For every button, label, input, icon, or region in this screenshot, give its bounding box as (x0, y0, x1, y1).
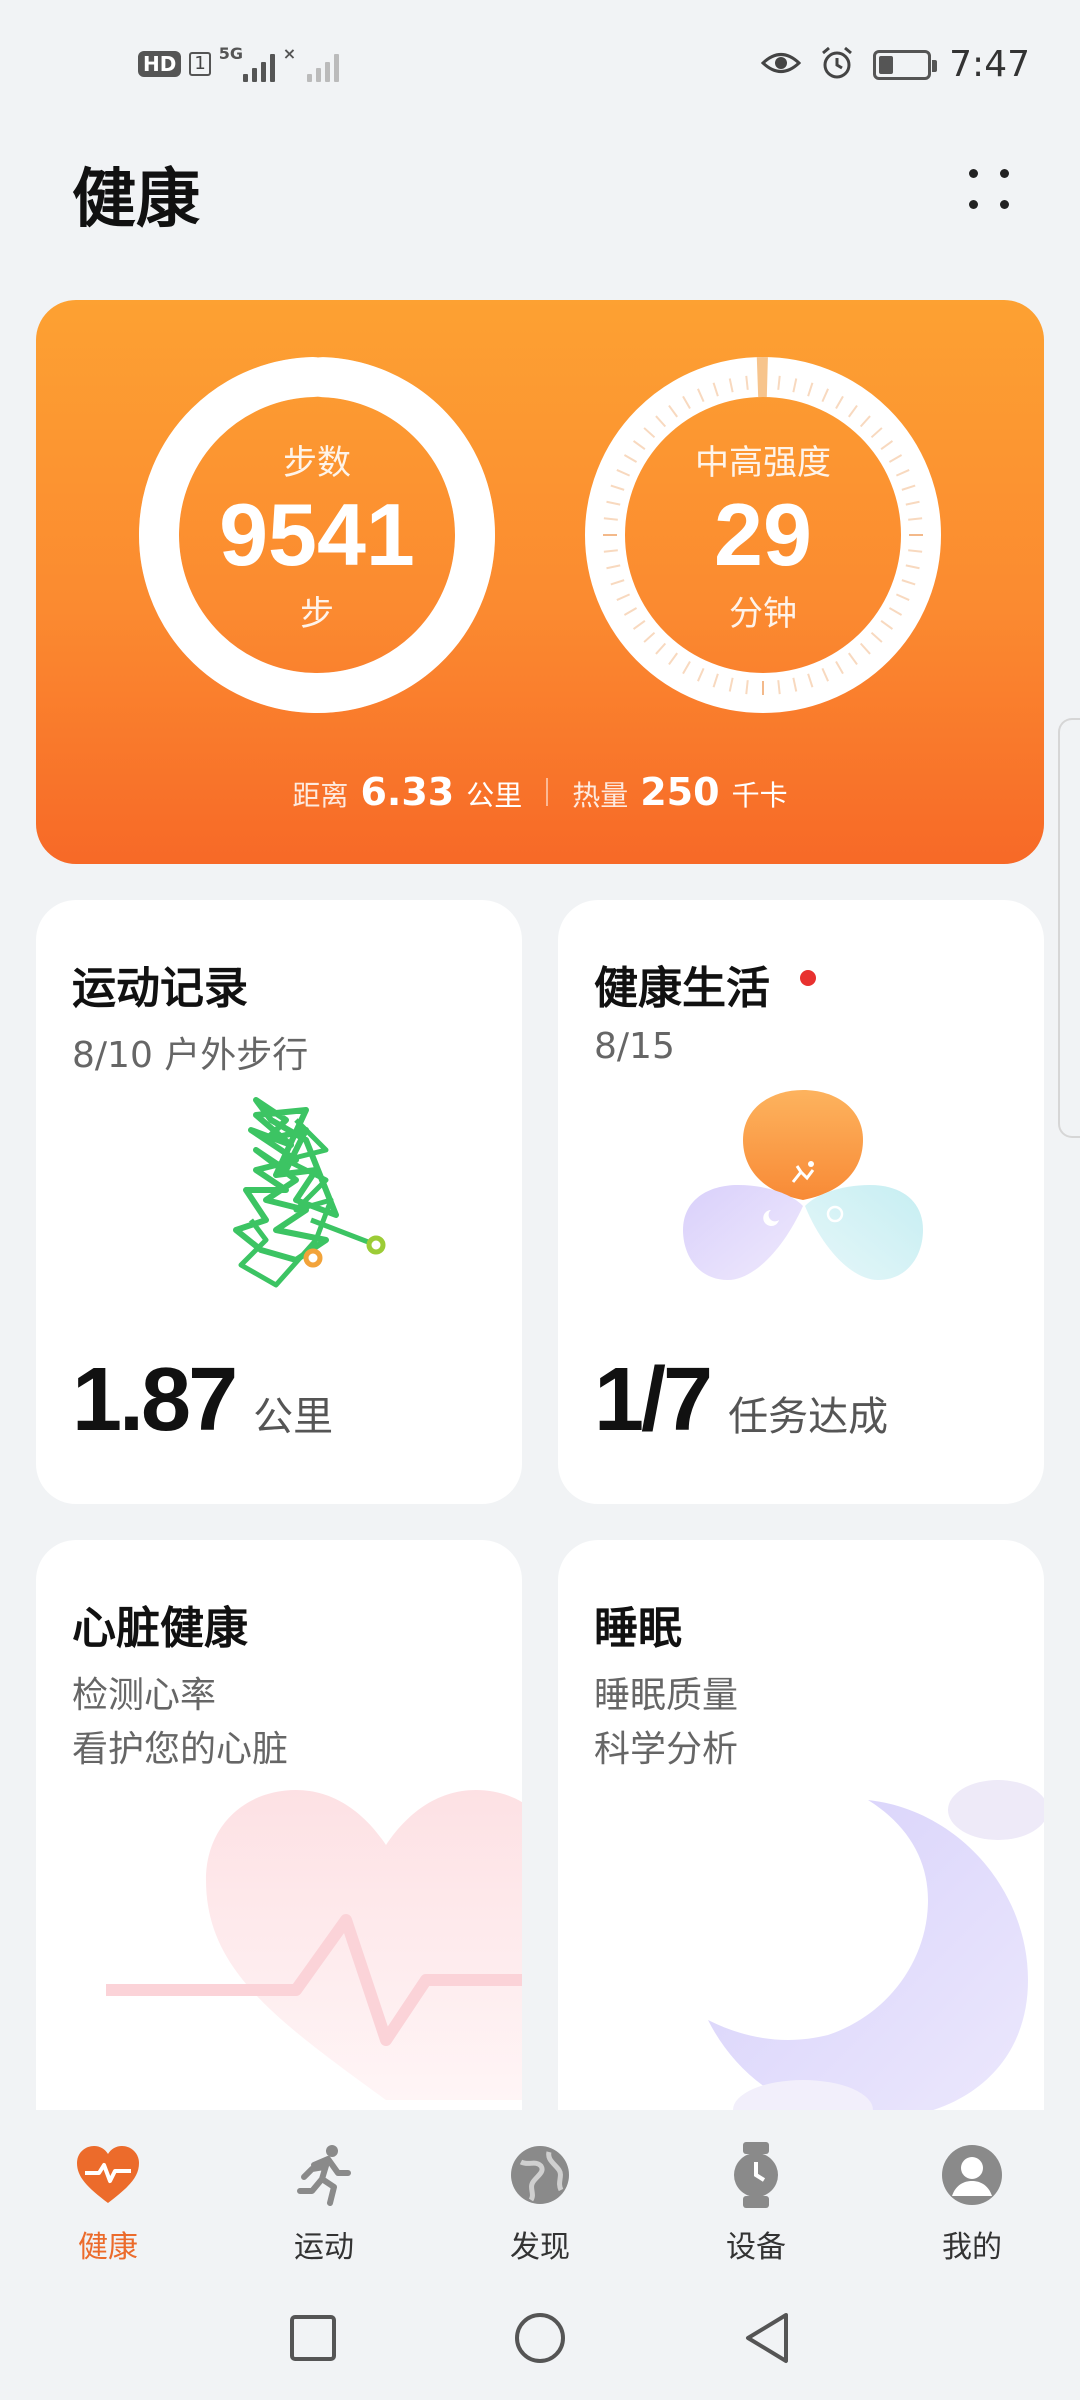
activity-summary-row: 距离 6.33 公里 热量 250 千卡 (36, 770, 1044, 814)
healthy-living-petals-icon (683, 1090, 923, 1280)
healthy-living-subtitle: 8/15 (594, 1026, 675, 1067)
distance-label: 距离 (292, 779, 349, 812)
task-progress-unit: 任务达成 (728, 1394, 889, 1440)
intensity-label: 中高强度 (695, 443, 831, 484)
status-bar: HD 1 5G × 7:47 (0, 0, 1080, 130)
steps-ring: 步数 9541 步 (132, 350, 502, 720)
page-title: 健康 (72, 163, 200, 237)
moon-illustration-icon (708, 1780, 1044, 2120)
intensity-value: 29 (714, 485, 812, 585)
healthy-living-card[interactable]: 健康生活 8/15 1/7 任务达成 (558, 900, 1044, 1504)
sleep-card[interactable]: 睡眠 睡眠质量 科学分析 (558, 1540, 1044, 2160)
status-right: 7:47 (760, 44, 1030, 85)
exercise-distance-unit: 公里 (253, 1394, 334, 1440)
status-time: 7:47 (949, 44, 1030, 85)
alarm-icon (819, 45, 855, 85)
status-left: HD 1 5G × (138, 44, 339, 84)
task-progress-value: 1/7 (594, 1350, 713, 1450)
side-drawer-handle[interactable] (1058, 718, 1080, 1138)
heart-card-line2: 看护您的心脏 (72, 1729, 289, 1770)
home-icon[interactable] (513, 2311, 567, 2369)
signal-5g-icon: 5G (219, 44, 275, 84)
nav-item-discover[interactable]: 发现 (432, 2110, 648, 2280)
nav-label-devices: 设备 (726, 2230, 786, 2265)
steps-label: 步数 (283, 443, 351, 484)
nav-item-me[interactable]: 我的 (864, 2110, 1080, 2280)
healthy-living-title: 健康生活 (594, 963, 770, 1014)
distance-value: 6.33 (360, 770, 455, 814)
recent-apps-icon[interactable] (288, 2313, 338, 2367)
watch-icon (721, 2140, 791, 2210)
heart-card-title: 心脏健康 (72, 1603, 248, 1654)
nav-label-health: 健康 (78, 2230, 138, 2265)
calories-unit: 千卡 (731, 779, 788, 812)
battery-icon (873, 49, 938, 80)
summary-divider (546, 778, 549, 806)
steps-value: 9541 (219, 485, 415, 585)
running-icon (289, 2140, 359, 2210)
nav-item-devices[interactable]: 设备 (648, 2110, 864, 2280)
heart-pulse-icon (73, 2140, 143, 2210)
sim-slot-indicator: 1 (189, 52, 211, 76)
exercise-distance: 1.87 公里 (72, 1349, 333, 1452)
sleep-card-line2: 科学分析 (594, 1729, 739, 1770)
bottom-navigation: 健康 运动 发现 设备 我的 (0, 2110, 1080, 2280)
nav-label-exercise: 运动 (294, 2230, 354, 2265)
task-progress: 1/7 任务达成 (594, 1349, 888, 1452)
nav-item-exercise[interactable]: 运动 (216, 2110, 432, 2280)
back-icon[interactable] (742, 2311, 792, 2369)
exercise-card-subtitle: 8/10 户外步行 (72, 1035, 309, 1076)
heart-card-line1: 检测心率 (72, 1675, 217, 1716)
signal-no-service-icon: × (283, 44, 339, 84)
exercise-card-title: 运动记录 (72, 963, 248, 1014)
intensity-unit: 分钟 (729, 593, 797, 634)
steps-unit: 步 (300, 593, 334, 634)
intensity-ring: 中高强度 29 分钟 (578, 350, 948, 720)
more-dots-icon[interactable] (958, 158, 1020, 220)
heart-illustration-icon (106, 1790, 522, 2100)
heart-health-card[interactable]: 心脏健康 检测心率 看护您的心脏 (36, 1540, 522, 2160)
system-navigation-bar (0, 2280, 1080, 2400)
hd-voice-badge: HD (138, 51, 182, 77)
profile-icon (937, 2140, 1007, 2210)
no-service-label: × (282, 44, 297, 63)
calories-value: 250 (640, 770, 720, 814)
notification-dot (800, 970, 816, 986)
route-map-icon (233, 1097, 386, 1288)
network-type-label: 5G (218, 44, 244, 63)
eye-comfort-icon (760, 48, 802, 82)
nav-item-health[interactable]: 健康 (0, 2110, 216, 2280)
exercise-distance-value: 1.87 (72, 1350, 238, 1450)
nav-label-discover: 发现 (510, 2230, 570, 2265)
sleep-card-line1: 睡眠质量 (594, 1675, 739, 1716)
exercise-record-card[interactable]: 运动记录 8/10 户外步行 1.87 公里 (36, 900, 522, 1504)
activity-summary-card[interactable]: 步数 9541 步 中高强度 29 分钟 距离 6.33 公里 热量 250 千… (36, 300, 1044, 864)
calories-label: 热量 (572, 779, 629, 812)
distance-unit: 公里 (466, 779, 523, 812)
sleep-card-title: 睡眠 (594, 1603, 682, 1654)
nav-label-me: 我的 (942, 2230, 1002, 2265)
globe-icon (505, 2140, 575, 2210)
